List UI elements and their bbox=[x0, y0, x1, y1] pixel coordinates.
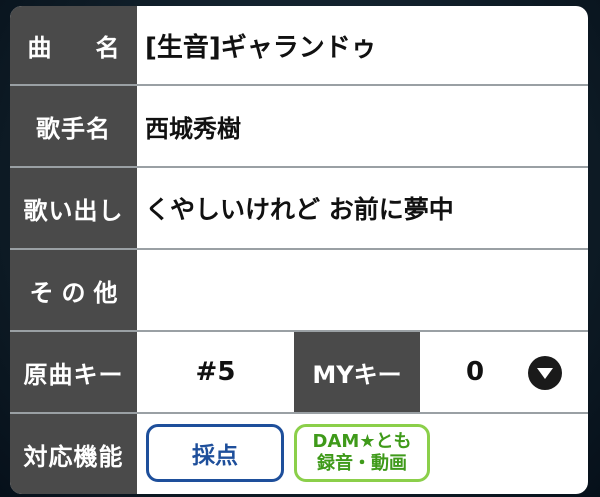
my-key-value: 0 bbox=[465, 357, 485, 387]
my-key-dropdown-button[interactable] bbox=[528, 356, 562, 390]
dam-tomo-line2: 録音・動画 bbox=[317, 453, 407, 474]
dam-tomo-button[interactable]: DAM★とも 録音・動画 bbox=[294, 424, 430, 482]
my-key-label: MYキー bbox=[294, 332, 420, 412]
other-value bbox=[137, 250, 588, 330]
row-key: 原曲キー #5 MYキー 0 bbox=[10, 332, 588, 414]
dam-tomo-line1: DAM★とも bbox=[312, 431, 412, 453]
row-features: 対応機能 採点 DAM★とも 録音・動画 bbox=[10, 414, 588, 494]
chevron-down-icon bbox=[537, 368, 553, 379]
title-label: 曲 名 bbox=[10, 6, 137, 84]
lyric-value: くやしいけれど お前に夢中 bbox=[145, 195, 454, 224]
score-button[interactable]: 採点 bbox=[146, 424, 284, 482]
original-key-value: #5 bbox=[195, 357, 236, 387]
artist-label: 歌手名 bbox=[10, 86, 137, 166]
title-value: [生音]ギャランドゥ bbox=[145, 32, 377, 63]
row-artist: 歌手名 西城秀樹 bbox=[10, 86, 588, 168]
row-other: その他 bbox=[10, 250, 588, 332]
row-lyric: 歌い出し くやしいけれど お前に夢中 bbox=[10, 168, 588, 250]
original-key-label: 原曲キー bbox=[10, 332, 137, 412]
song-info-card: 曲 名 [生音]ギャランドゥ 歌手名 西城秀樹 歌い出し くやしいけれど お前に… bbox=[10, 6, 588, 494]
artist-value: 西城秀樹 bbox=[145, 114, 241, 143]
row-title: 曲 名 [生音]ギャランドゥ bbox=[10, 6, 588, 86]
lyric-label: 歌い出し bbox=[10, 168, 137, 248]
features-label: 対応機能 bbox=[10, 414, 137, 494]
other-label: その他 bbox=[10, 250, 137, 330]
